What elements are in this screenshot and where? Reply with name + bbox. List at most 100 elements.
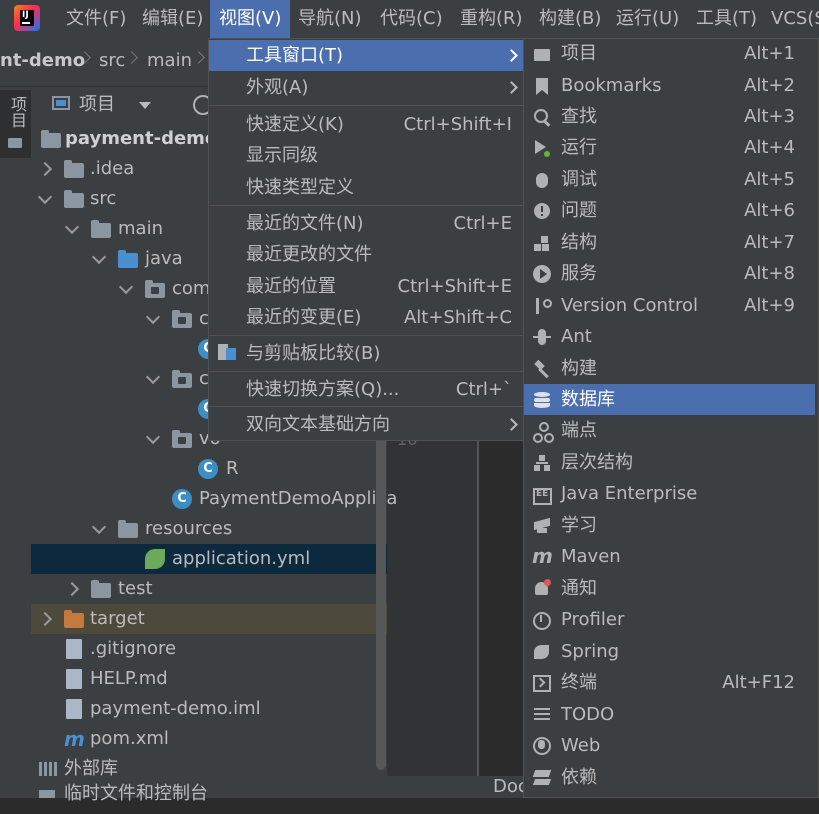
tree-row-iml[interactable]: payment-demo.iml <box>31 694 387 724</box>
tool-window-spring[interactable]: Spring <box>524 636 815 667</box>
folder-icon <box>532 44 552 64</box>
tool-window-version-control[interactable]: Version Control Alt+9 <box>524 290 815 321</box>
tree-row-pom[interactable]: m pom.xml <box>31 724 387 754</box>
bookmark-icon <box>532 76 552 96</box>
bug-icon <box>532 170 552 190</box>
hammer-icon <box>532 359 552 379</box>
tool-window-learn[interactable]: 学习 <box>524 510 815 541</box>
tree-row-test[interactable]: test <box>31 574 387 604</box>
tool-window-web[interactable]: Web <box>524 730 815 761</box>
chevron-right-icon[interactable] <box>64 581 80 597</box>
class-icon: C <box>198 459 218 479</box>
tree-row-application[interactable]: C PaymentDemoApplica <box>31 484 397 514</box>
chevron-down-icon[interactable] <box>37 189 53 205</box>
tool-window-debug[interactable]: 调试 Alt+5 <box>524 164 815 195</box>
view-menu-recent-changes[interactable]: 最近的变更(E) Alt+Shift+C <box>209 302 524 333</box>
tree-row-help-md[interactable]: HELP.md <box>31 664 387 694</box>
tree-row-gitignore[interactable]: .gitignore <box>31 634 387 664</box>
menu-code[interactable]: 代码(C) <box>380 0 443 38</box>
menu-navigate[interactable]: 导航(N) <box>298 0 362 38</box>
tool-window-run[interactable]: 运行 Alt+4 <box>524 132 815 163</box>
tool-window-ant[interactable]: Ant <box>524 321 815 352</box>
tool-window-terminal[interactable]: 终端 Alt+F12 <box>524 667 815 698</box>
menu-build[interactable]: 构建(B) <box>539 0 601 38</box>
view-menu-tool-windows[interactable]: 工具窗口(T) <box>209 40 524 71</box>
chevron-down-icon[interactable] <box>64 219 80 235</box>
spring-boot-class-icon: C <box>172 489 192 509</box>
tree-row-application-yml[interactable]: application.yml <box>31 544 387 574</box>
tool-window-find[interactable]: 查找 Alt+3 <box>524 101 815 132</box>
menu-refactor[interactable]: 重构(R) <box>460 0 523 38</box>
tool-window-dependencies[interactable]: 依赖 <box>524 762 815 793</box>
chevron-down-icon[interactable] <box>91 519 107 535</box>
chevron-right-icon[interactable] <box>37 161 53 177</box>
tool-window-build[interactable]: 构建 <box>524 353 815 384</box>
chevron-down-icon[interactable] <box>118 279 134 295</box>
tool-window-maven[interactable]: m Maven <box>524 541 815 572</box>
left-tool-stripe <box>0 86 32 798</box>
tree-row-target[interactable]: target <box>31 604 387 634</box>
breadcrumb-project[interactable]: nt-demo <box>0 38 85 84</box>
tool-window-structure[interactable]: 结构 Alt+7 <box>524 227 815 258</box>
menu-file[interactable]: 文件(F) <box>66 0 126 38</box>
view-menu-recent-locations[interactable]: 最近的位置 Ctrl+Shift+E <box>209 271 524 302</box>
tree-row-scratches[interactable]: 临时文件和控制台 <box>31 784 387 814</box>
menu-vcs[interactable]: VCS(S) <box>771 0 819 38</box>
menu-view[interactable]: 视图(V) <box>210 0 291 38</box>
tool-window-bookmarks[interactable]: Bookmarks Alt+2 <box>524 70 815 101</box>
menu-separator <box>209 406 524 407</box>
view-menu-appearance[interactable]: 外观(A) <box>209 72 524 103</box>
iml-file-icon <box>66 699 82 719</box>
maven-icon: m <box>532 544 553 568</box>
chevron-down-icon[interactable] <box>145 369 161 385</box>
package-icon <box>172 310 192 328</box>
tool-window-java-enterprise[interactable]: EE Java Enterprise <box>524 478 815 509</box>
view-menu-compare-clipboard[interactable]: 与剪贴板比较(B) <box>209 338 524 369</box>
view-menu-recent-files[interactable]: 最近的文件(N) Ctrl+E <box>209 208 524 239</box>
view-menu-quick-type-definition[interactable]: 快速类型定义 <box>209 172 524 203</box>
tool-window-project[interactable]: 项目 Alt+1 <box>524 38 815 69</box>
tool-window-notifications[interactable]: 通知 <box>524 573 815 604</box>
breadcrumb-src[interactable]: src <box>99 38 125 84</box>
resources-folder-icon <box>118 520 138 538</box>
tree-row-resources[interactable]: resources <box>31 514 387 544</box>
project-panel-title[interactable]: 项目 <box>79 86 115 124</box>
intellij-logo: IJ <box>14 5 40 31</box>
tool-window-database[interactable]: 数据库 <box>524 384 815 415</box>
tree-row-external-libraries[interactable]: 外部库 <box>31 754 387 784</box>
chevron-right-icon[interactable] <box>37 611 53 627</box>
run-icon <box>532 138 552 158</box>
hierarchy-icon <box>532 453 552 473</box>
profiler-icon <box>532 610 552 630</box>
tool-window-endpoints[interactable]: 端点 <box>524 415 815 446</box>
tool-window-services[interactable]: 服务 Alt+8 <box>524 258 815 289</box>
menu-tools[interactable]: 工具(T) <box>696 0 757 38</box>
menu-separator <box>209 371 524 372</box>
database-icon <box>532 390 552 410</box>
tool-window-problems[interactable]: 问题 Alt+6 <box>524 195 815 226</box>
menu-edit[interactable]: 编辑(E) <box>142 0 203 38</box>
tree-row-r[interactable]: C R <box>31 454 387 484</box>
project-stripe-label: 项目 <box>8 96 27 128</box>
excluded-folder-icon <box>64 610 84 628</box>
java-ee-icon: EE <box>532 484 552 505</box>
menu-separator <box>209 105 524 106</box>
library-icon <box>39 762 57 776</box>
view-menu-bidi-text-direction[interactable]: 双向文本基础方向 <box>209 409 524 440</box>
chevron-down-icon[interactable] <box>91 249 107 265</box>
chevron-down-icon[interactable] <box>139 102 151 109</box>
chevron-down-icon[interactable] <box>145 429 161 445</box>
breadcrumb: nt-demo src main <box>0 38 210 87</box>
view-menu-quick-definition[interactable]: 快速定义(K) Ctrl+Shift+I <box>209 109 524 140</box>
chevron-down-icon[interactable] <box>145 309 161 325</box>
view-menu-show-siblings[interactable]: 显示同级 <box>209 140 524 171</box>
menu-bar: IJ 文件(F) 编辑(E) 视图(V) 导航(N) 代码(C) 重构(R) 构… <box>0 0 819 38</box>
tool-window-profiler[interactable]: Profiler <box>524 604 815 635</box>
dependencies-icon <box>532 768 552 788</box>
menu-run[interactable]: 运行(U) <box>616 0 679 38</box>
tool-window-todo[interactable]: TODO <box>524 699 815 730</box>
tool-window-hierarchy[interactable]: 层次结构 <box>524 447 815 478</box>
view-menu-quick-switch-scheme[interactable]: 快速切换方案(Q)... Ctrl+` <box>209 374 524 405</box>
breadcrumb-main[interactable]: main <box>147 38 192 84</box>
view-menu-recently-changed[interactable]: 最近更改的文件 <box>209 239 524 270</box>
